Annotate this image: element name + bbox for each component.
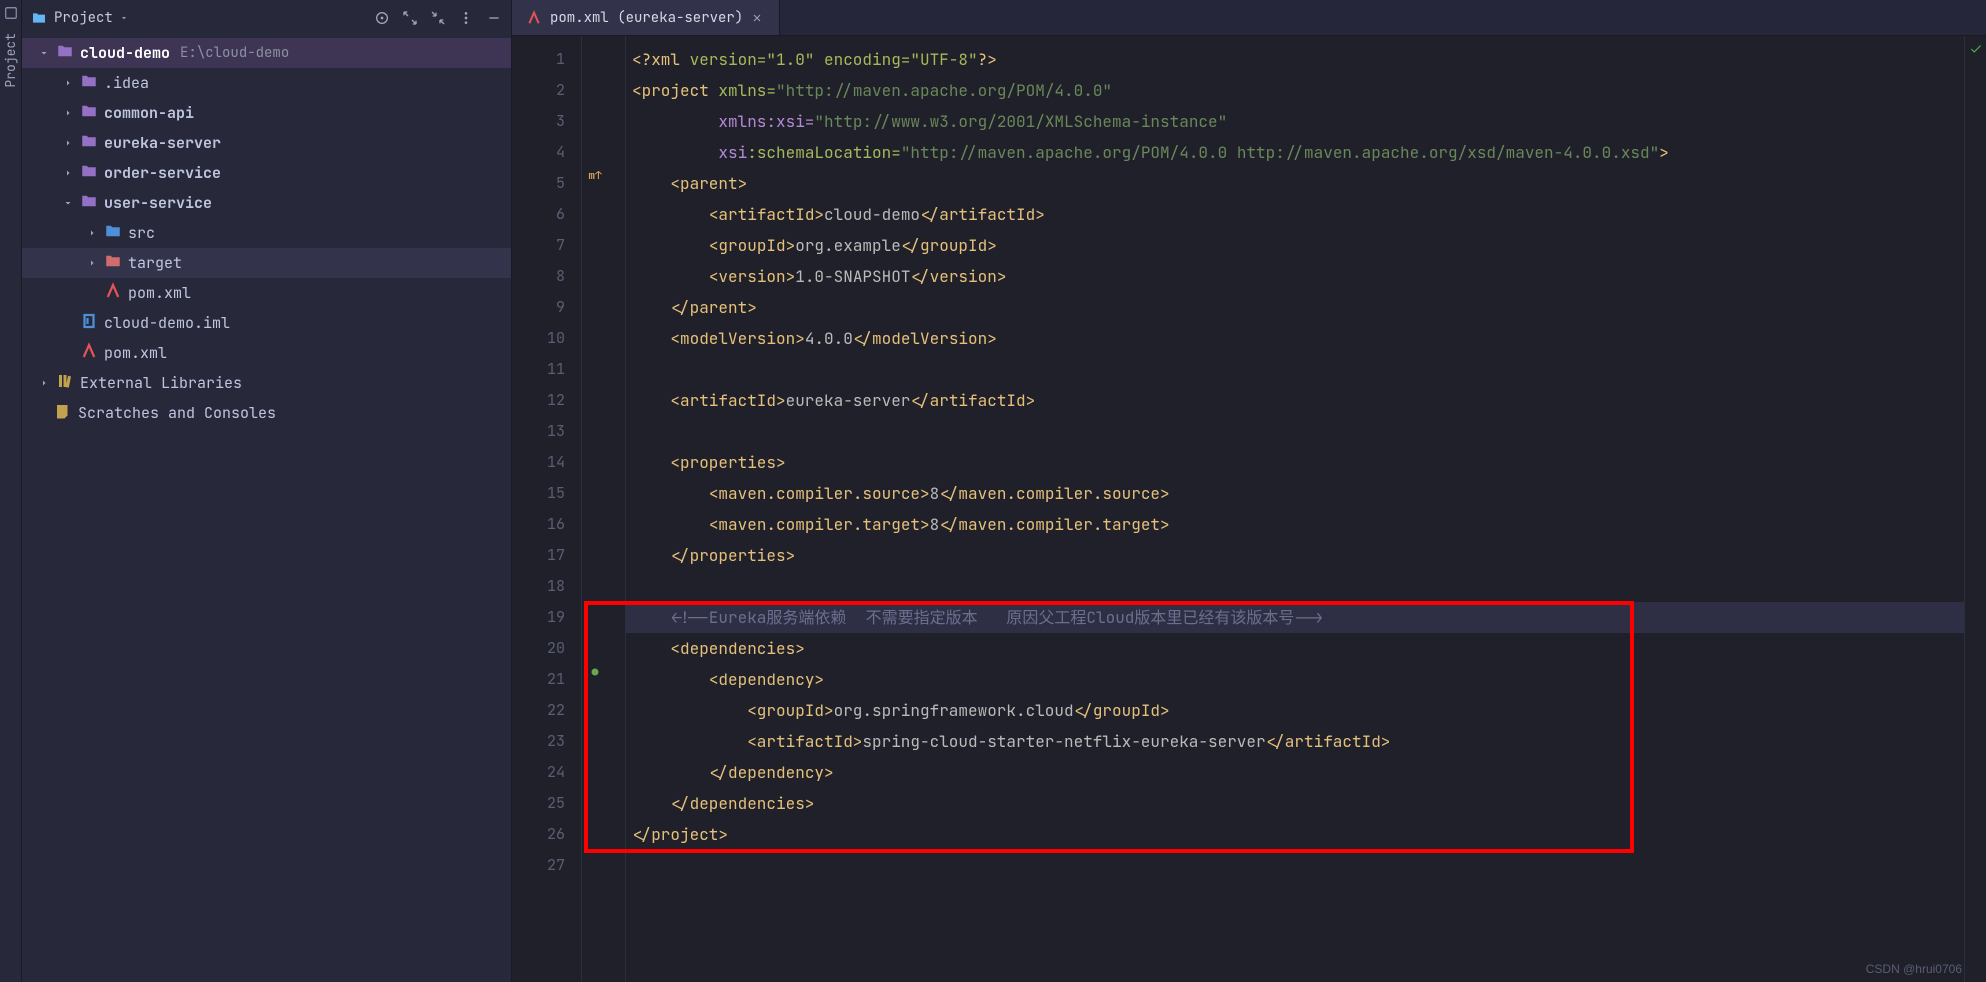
minimize-icon[interactable] bbox=[485, 9, 503, 27]
folder-icon bbox=[104, 252, 122, 275]
library-icon bbox=[56, 372, 74, 395]
tree-item-ext-libraries[interactable]: External Libraries bbox=[22, 368, 511, 398]
project-icon bbox=[30, 9, 48, 27]
chevron-right-icon[interactable] bbox=[62, 167, 74, 179]
chevron-down-icon[interactable] bbox=[119, 13, 129, 23]
tree-item-src[interactable]: src bbox=[22, 218, 511, 248]
tree-item-pom-user[interactable]: pom.xml bbox=[22, 278, 511, 308]
tree-item-eureka-server[interactable]: eureka-server bbox=[22, 128, 511, 158]
folder-icon bbox=[56, 42, 74, 65]
chevron-down-icon[interactable] bbox=[62, 197, 74, 209]
module-icon bbox=[80, 132, 98, 155]
module-icon bbox=[80, 192, 98, 215]
project-panel-title[interactable]: Project bbox=[54, 9, 113, 27]
line-gutter: 1 2 3 4 5 6 7 8 9 10 11 12 13 14 15 16 1… bbox=[512, 36, 582, 982]
chevron-right-icon[interactable] bbox=[62, 77, 74, 89]
project-panel-header: Project bbox=[22, 0, 511, 36]
tree-item-common-api[interactable]: common-api bbox=[22, 98, 511, 128]
code-body[interactable]: <?xml version="1.0" encoding="UTF-8"?> <… bbox=[626, 36, 1964, 982]
expand-icon[interactable] bbox=[401, 9, 419, 27]
chevron-right-icon[interactable] bbox=[38, 377, 50, 389]
chevron-right-icon[interactable] bbox=[62, 107, 74, 119]
module-icon bbox=[80, 162, 98, 185]
project-path: E:\cloud-demo bbox=[176, 44, 289, 62]
chevron-right-icon[interactable] bbox=[86, 257, 98, 269]
tree-item-iml[interactable]: cloud-demo.iml bbox=[22, 308, 511, 338]
tab-pom-eureka[interactable]: pom.xml (eureka-server) bbox=[512, 0, 780, 35]
module-icon bbox=[80, 102, 98, 125]
project-rail-icon[interactable] bbox=[4, 6, 18, 25]
close-icon[interactable] bbox=[751, 11, 765, 25]
chevron-right-icon[interactable] bbox=[86, 227, 98, 239]
maven-icon bbox=[80, 342, 98, 365]
bean-icon[interactable] bbox=[588, 665, 602, 679]
maven-icon bbox=[526, 10, 542, 26]
checkmark-icon bbox=[1969, 42, 1983, 56]
icon-gutter: m↑ bbox=[582, 36, 608, 982]
tree-item-target[interactable]: target bbox=[22, 248, 511, 278]
folder-icon bbox=[80, 72, 98, 95]
tree-root[interactable]: cloud-demo E:\cloud-demo bbox=[22, 38, 511, 68]
ij-file-icon bbox=[80, 312, 98, 335]
watermark: CSDN @hrui0706 bbox=[1866, 962, 1962, 976]
maven-icon bbox=[104, 282, 122, 305]
maven-up-icon[interactable]: m↑ bbox=[588, 169, 601, 183]
more-icon[interactable] bbox=[457, 9, 475, 27]
tree-item-user-service[interactable]: user-service bbox=[22, 188, 511, 218]
project-panel: Project cloud-demo E:\cloud-demo bbox=[22, 0, 512, 982]
editor-tabs: pom.xml (eureka-server) bbox=[512, 0, 1986, 36]
code-area[interactable]: 1 2 3 4 5 6 7 8 9 10 11 12 13 14 15 16 1… bbox=[512, 36, 1986, 982]
tree-item-order-service[interactable]: order-service bbox=[22, 158, 511, 188]
project-rail-label[interactable]: Project bbox=[2, 33, 19, 92]
tree-item-pom-root[interactable]: pom.xml bbox=[22, 338, 511, 368]
chevron-right-icon[interactable] bbox=[62, 137, 74, 149]
project-name: cloud-demo bbox=[80, 43, 170, 63]
scratch-icon bbox=[54, 402, 72, 425]
tree-item-idea[interactable]: .idea bbox=[22, 68, 511, 98]
project-tree[interactable]: cloud-demo E:\cloud-demo .idea common-ap… bbox=[22, 36, 511, 982]
left-rail: Project bbox=[0, 0, 22, 982]
chevron-down-icon[interactable] bbox=[38, 47, 50, 59]
fold-gutter[interactable] bbox=[608, 36, 626, 982]
collapse-icon[interactable] bbox=[429, 9, 447, 27]
tab-label: pom.xml (eureka-server) bbox=[550, 9, 743, 27]
tree-item-scratches[interactable]: Scratches and Consoles bbox=[22, 398, 511, 428]
aim-icon[interactable] bbox=[373, 9, 391, 27]
inspection-gutter[interactable] bbox=[1964, 36, 1986, 982]
folder-icon bbox=[104, 222, 122, 245]
editor-area: pom.xml (eureka-server) 1 2 3 4 5 6 7 8 … bbox=[512, 0, 1986, 982]
